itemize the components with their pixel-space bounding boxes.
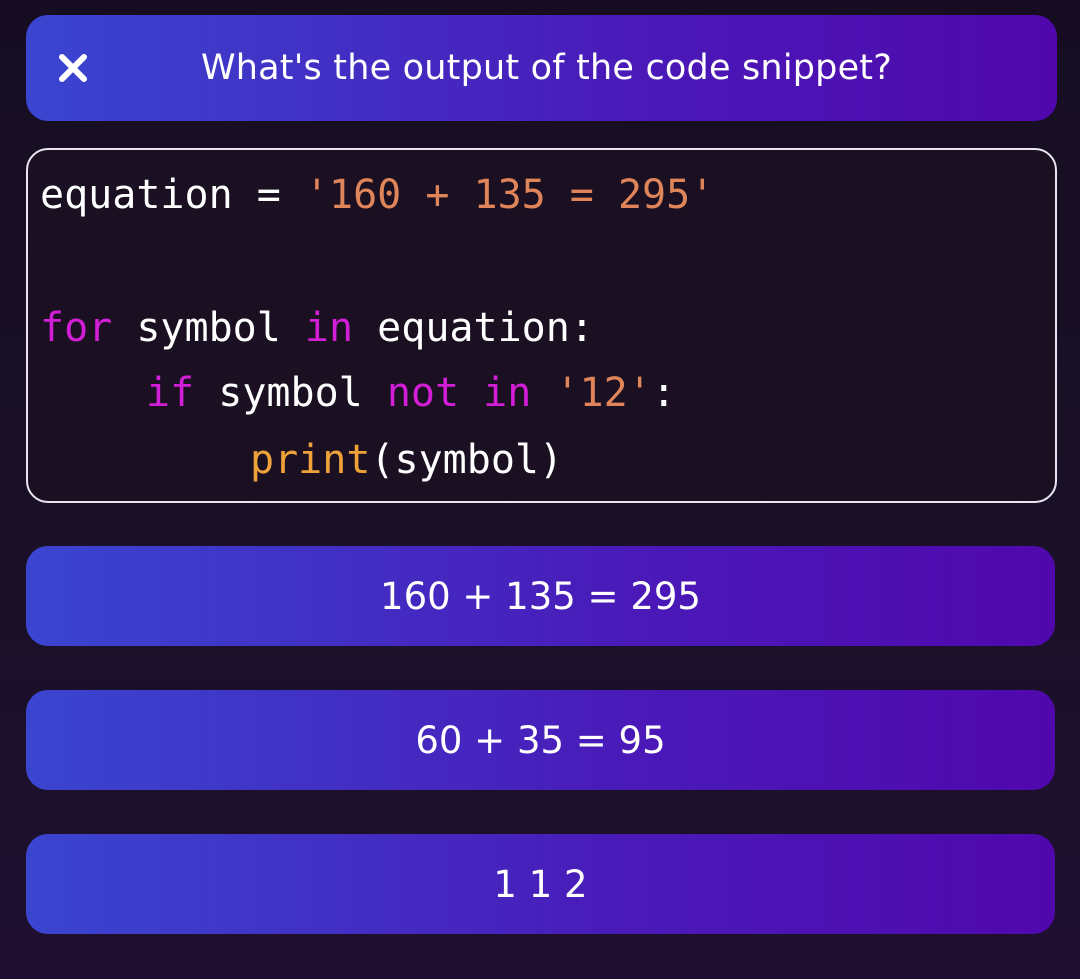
close-icon (59, 54, 87, 82)
code-token: equation: (353, 305, 594, 351)
code-line-5: print(symbol) (250, 436, 563, 484)
answer-option-3[interactable]: 1 1 2 (26, 834, 1055, 934)
code-token: = (232, 172, 305, 218)
code-token: symbol (112, 305, 305, 351)
code-line-1: equation = '160 + 135 = 295' (40, 171, 714, 219)
code-token: : (651, 370, 676, 416)
code-token: if (146, 370, 195, 416)
code-line-3: for symbol in equation: (40, 304, 594, 352)
code-token: symbol (194, 370, 387, 416)
answer-option-2[interactable]: 60 + 35 = 95 (26, 690, 1055, 790)
question-header: What's the output of the code snippet? (26, 15, 1057, 121)
code-token: '12' (555, 370, 652, 416)
code-token: for (40, 305, 113, 351)
code-token: not in (386, 370, 532, 416)
close-button[interactable] (56, 51, 90, 85)
code-line-4: if symbol not in '12': (146, 369, 676, 417)
code-token: '160 + 135 = 295' (304, 172, 715, 218)
code-token: (symbol) (370, 437, 564, 483)
code-token: equation (40, 172, 233, 218)
answer-option-1[interactable]: 160 + 135 = 295 (26, 546, 1055, 646)
code-token: print (250, 437, 371, 483)
code-snippet: equation = '160 + 135 = 295' for symbol … (26, 148, 1057, 503)
code-token: in (304, 305, 354, 351)
question-title: What's the output of the code snippet? (200, 48, 893, 88)
